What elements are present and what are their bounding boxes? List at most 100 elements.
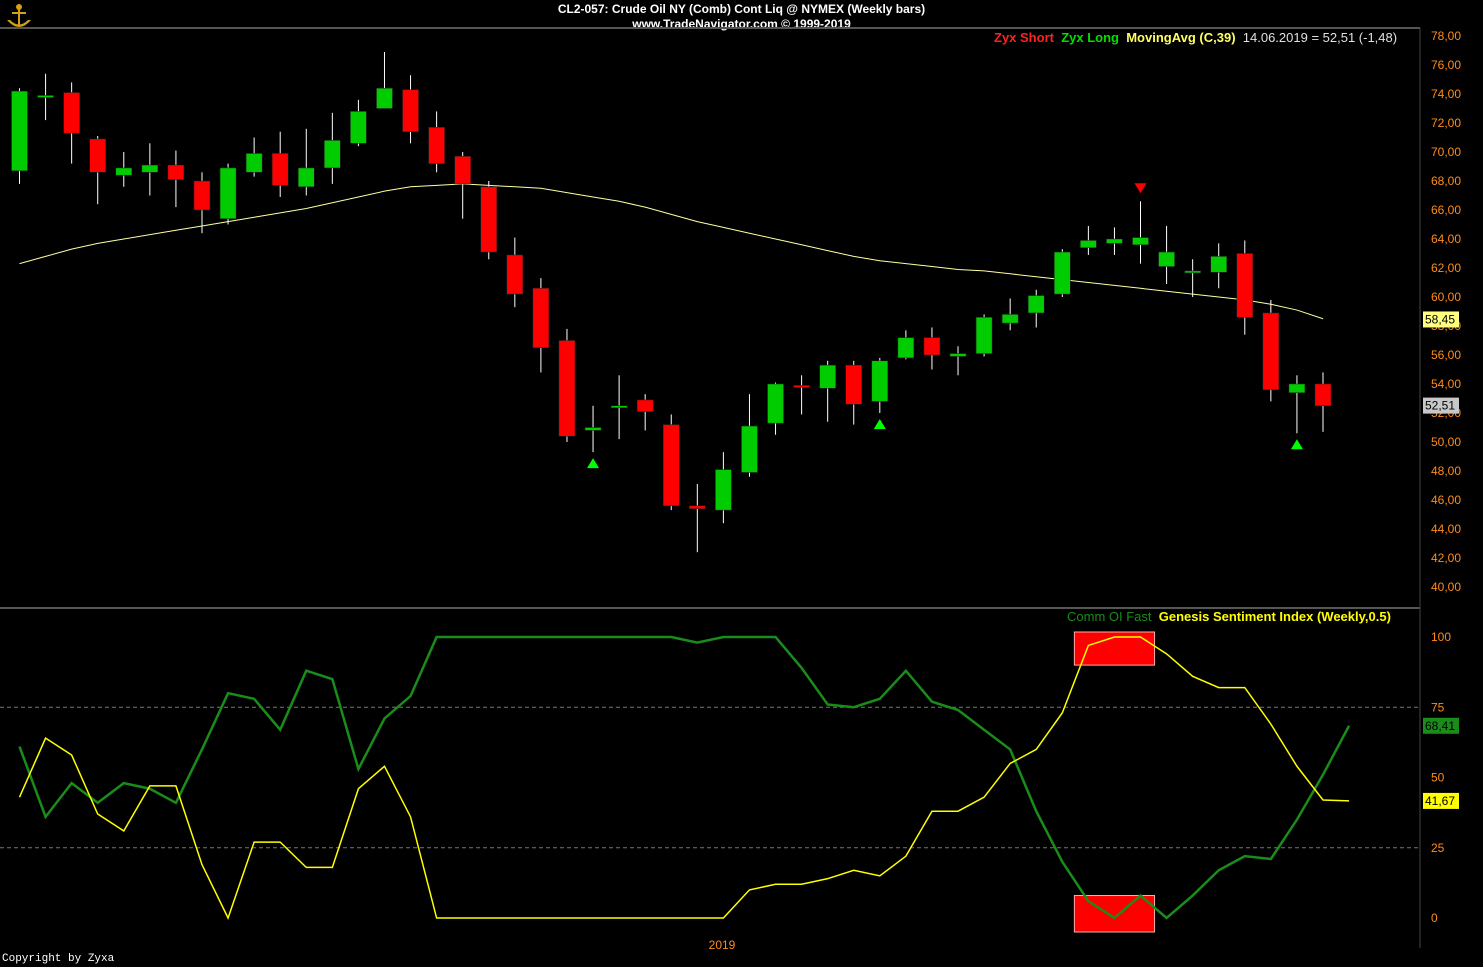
candle-body [636, 399, 654, 412]
candle [1001, 298, 1019, 331]
candle [767, 382, 784, 435]
candle [324, 112, 341, 184]
chart-canvas: 78,00 76,00 74,00 72,00 70,00 68,00 66,00 64,00… [0, 27, 1461, 952]
candle-body [949, 353, 967, 357]
short-signal-arrow [1134, 183, 1147, 194]
candle [819, 360, 836, 422]
candle [141, 143, 159, 196]
candle [271, 131, 289, 197]
copyright-text: Copyright by Zyxa [2, 953, 115, 965]
candle-body [219, 167, 237, 219]
candle-body [871, 360, 889, 402]
long-signal-arrow [873, 419, 886, 429]
candle [63, 82, 80, 164]
price-tick-label: 62,00 [1431, 261, 1461, 275]
candle-body [1054, 251, 1071, 295]
candle-body [1106, 238, 1123, 244]
candle-body [376, 87, 393, 109]
candle-body [506, 254, 524, 295]
candle-body [1027, 295, 1045, 314]
candle [584, 405, 602, 453]
candle [1027, 289, 1045, 328]
genesis-value-tag: 41,67 [1425, 794, 1455, 808]
candle-body [89, 138, 106, 173]
candle-body [767, 383, 784, 424]
candle-body [1080, 240, 1097, 248]
candle-body [454, 156, 471, 185]
price-tick-label: 56,00 [1431, 348, 1461, 362]
candle [949, 346, 967, 376]
candle [89, 136, 106, 205]
candle-body [1262, 312, 1280, 391]
candle-body [63, 92, 80, 134]
price-tick-label: 78,00 [1431, 29, 1461, 43]
candle-body [350, 111, 367, 144]
price-tick-label: 48,00 [1431, 464, 1461, 478]
candle [1262, 299, 1280, 402]
candle [11, 88, 28, 184]
price-tick-label: 42,00 [1431, 551, 1461, 565]
candle-body [741, 425, 758, 473]
candle [793, 375, 810, 415]
candle-body [1288, 383, 1306, 393]
candle-body [37, 95, 54, 98]
candle [1158, 225, 1175, 284]
candle [532, 278, 550, 373]
candle-body [480, 186, 498, 253]
price-tick-label: 70,00 [1431, 145, 1461, 159]
long-signal-arrow [1290, 439, 1303, 450]
candle [1288, 375, 1306, 434]
candle [350, 99, 367, 147]
sentiment-tick-label: 0 [1431, 911, 1438, 925]
candle [115, 152, 133, 187]
extreme-zone-box [1073, 895, 1156, 933]
candle [506, 237, 524, 308]
price-tick-label: 66,00 [1431, 203, 1461, 217]
candle [454, 152, 471, 219]
candle-body [715, 469, 732, 511]
candle [845, 360, 862, 425]
candle-body [793, 385, 810, 388]
price-tick-label: 72,00 [1431, 116, 1461, 130]
candle-body [402, 89, 419, 132]
candle-body [1132, 237, 1149, 246]
candle-body [558, 340, 576, 437]
candle-body [141, 164, 159, 173]
candle [480, 181, 498, 260]
price-tick-label: 64,00 [1431, 232, 1461, 246]
candle [37, 73, 54, 121]
price-tick-label: 40,00 [1431, 580, 1461, 594]
candle-body [663, 424, 680, 507]
ma-value-tag: 58,45 [1425, 312, 1455, 326]
candle [402, 75, 419, 144]
candle-body [245, 153, 263, 173]
price-tick-label: 68,00 [1431, 174, 1461, 188]
candle-body [1184, 270, 1201, 274]
candle-body [428, 127, 445, 164]
candle-body [1236, 253, 1254, 318]
candle [167, 150, 185, 208]
long-signal-arrow [587, 458, 600, 469]
price-tick-label: 60,00 [1431, 290, 1461, 304]
candle [1132, 201, 1149, 264]
candle [1236, 240, 1254, 335]
x-axis-year-label: 2019 [709, 938, 736, 952]
candle [871, 357, 889, 413]
price-tick-label: 46,00 [1431, 493, 1461, 507]
candle [1054, 249, 1071, 297]
comm-value-tag: 68,41 [1425, 719, 1455, 733]
candle [636, 394, 654, 431]
candle-body [115, 167, 133, 176]
candle [923, 327, 941, 370]
candle-body [1001, 314, 1019, 324]
candle [428, 111, 445, 173]
comm-oi-line [18, 635, 1351, 920]
candle [1210, 243, 1227, 289]
candle-body [1158, 251, 1175, 267]
candle [1314, 372, 1332, 432]
candle [1184, 259, 1201, 297]
sentiment-tick-label: 25 [1431, 841, 1445, 855]
price-tick-label: 54,00 [1431, 377, 1461, 391]
candle-body [11, 90, 28, 172]
candle [193, 172, 211, 234]
